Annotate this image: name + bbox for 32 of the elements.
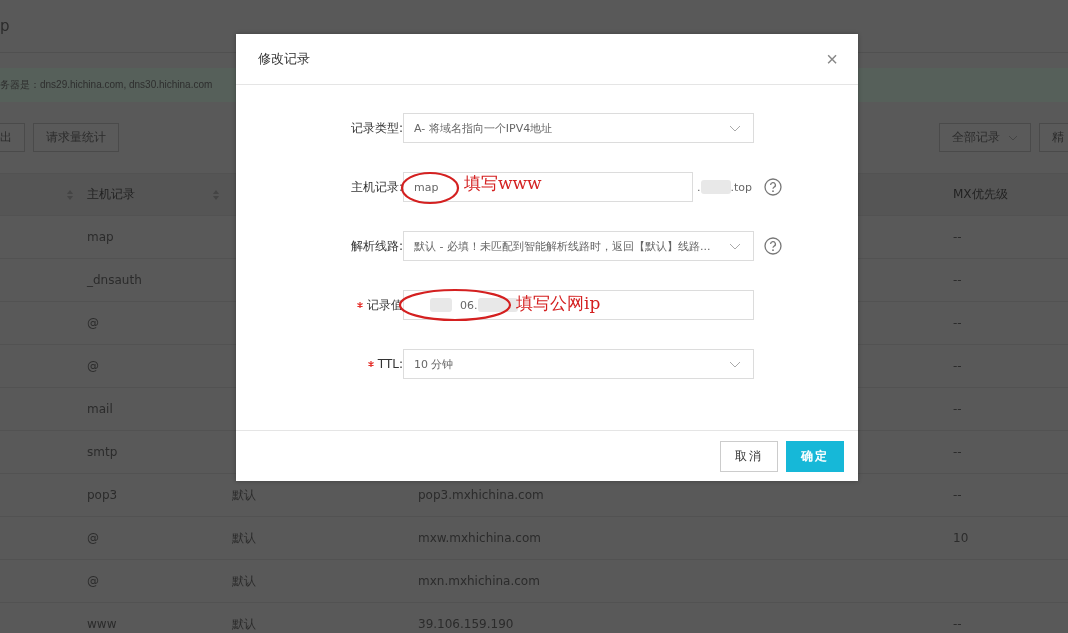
table-cell: -- <box>953 273 962 287</box>
field-label: 解析线路: <box>350 237 403 255</box>
chevron-down-icon <box>729 242 741 250</box>
table-cell: -- <box>953 402 962 416</box>
redaction-mark <box>477 298 518 312</box>
table-cell: -- <box>953 617 962 631</box>
table-cell: -- <box>953 488 962 502</box>
dialog-title: 修改记录 <box>258 50 310 68</box>
close-button[interactable]: × <box>826 49 838 69</box>
handwritten-annotation: 填写www <box>464 172 542 195</box>
select-field[interactable]: 默认 - 必填！未匹配到智能解析线路时，返回【默认】线路... <box>403 231 754 261</box>
table-cell: -- <box>953 445 962 459</box>
cancel-button[interactable]: 取消 <box>720 441 778 472</box>
table-cell: -- <box>953 230 962 244</box>
domain-suffix: . <box>697 180 701 194</box>
table-cell: -- <box>953 359 962 373</box>
chevron-down-icon <box>729 124 741 132</box>
table-cell: @ <box>87 359 99 373</box>
table-cell: -- <box>953 316 962 330</box>
table-cell: @ <box>87 574 99 588</box>
handwritten-annotation: 填写公网ip <box>516 292 601 315</box>
select-field[interactable]: A- 将域名指向一个IPV4地址 <box>403 113 754 143</box>
chevron-down-icon <box>729 360 741 368</box>
help-icon[interactable] <box>764 178 782 196</box>
field-label: 记录类型: <box>350 119 403 137</box>
table-cell: @ <box>87 316 99 330</box>
field-label: TTL: <box>377 357 403 371</box>
table-cell: @ <box>87 531 99 545</box>
select-field[interactable]: 10 分钟 <box>403 349 754 379</box>
field-label: 主机记录: <box>350 178 403 196</box>
help-icon[interactable] <box>764 237 782 255</box>
domain-suffix: .top <box>730 180 753 194</box>
